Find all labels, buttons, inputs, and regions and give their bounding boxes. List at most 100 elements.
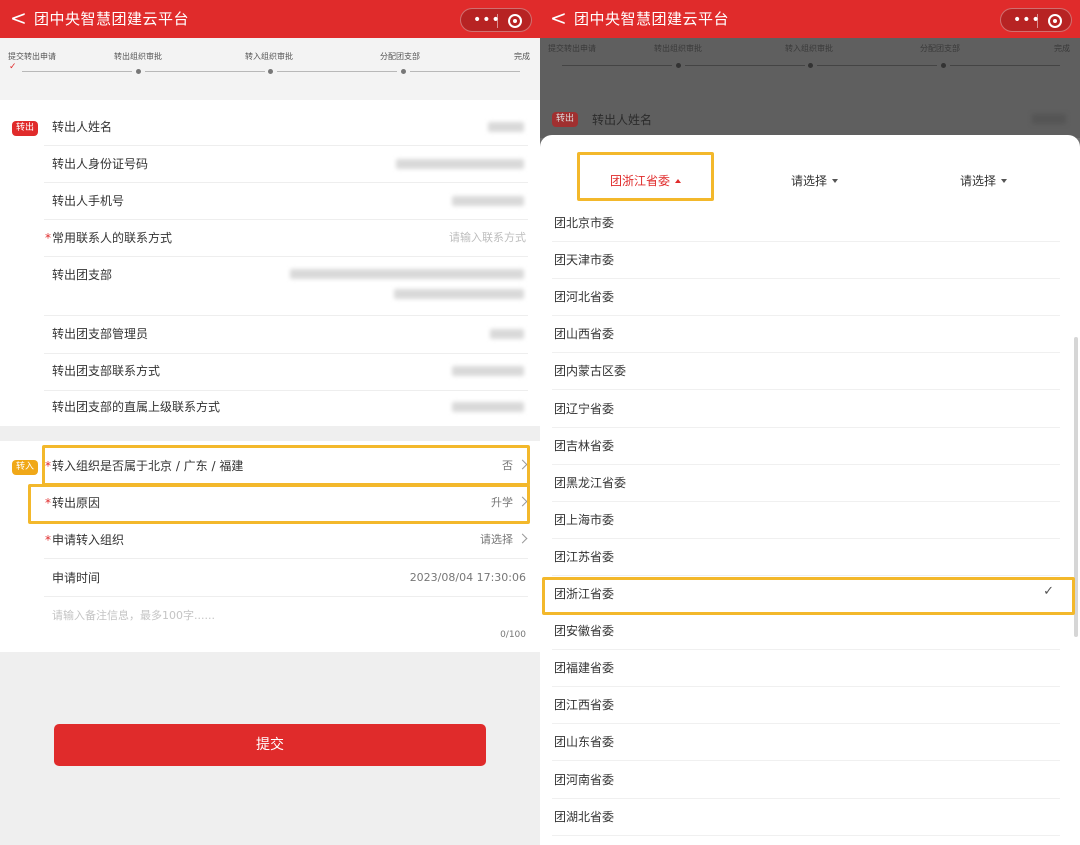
form-row-region[interactable]: * 转入组织是否属于北京 / 广东 / 福建 否 bbox=[44, 447, 528, 485]
required-mark: * bbox=[45, 231, 51, 245]
step-dot bbox=[941, 63, 946, 68]
form-row-name: 转出人姓名 bbox=[44, 108, 528, 146]
target-org-select[interactable]: 请选择 bbox=[480, 532, 528, 548]
step-connector bbox=[22, 71, 132, 72]
org-option[interactable]: 团内蒙古区委 bbox=[552, 353, 1060, 391]
transfer-in-tag: 转入 bbox=[12, 460, 39, 475]
step-label: 提交转出申请 bbox=[8, 52, 56, 61]
org-option-label: 团北京市委 bbox=[554, 216, 615, 230]
step-dot bbox=[808, 63, 813, 68]
field-label: 转出团支部的直属上级联系方式 bbox=[52, 400, 221, 414]
org-option[interactable]: 团河北省委 bbox=[552, 279, 1060, 317]
org-option-label: 团江西省委 bbox=[554, 698, 615, 713]
org-option[interactable]: 团江苏省委 bbox=[552, 539, 1060, 576]
form-row-superior-contact: 转出团支部的直属上级联系方式 bbox=[44, 391, 528, 426]
reason-select-value[interactable]: 升学 bbox=[491, 495, 528, 511]
capsule-divider bbox=[1037, 14, 1038, 28]
redacted-value bbox=[452, 196, 524, 206]
top-bar: < 团中央智慧团建云平台 ••• bbox=[540, 0, 1080, 38]
org-option-label: 团湖北省委 bbox=[554, 809, 615, 824]
app-title: 团中央智慧团建云平台 bbox=[34, 10, 190, 28]
org-option[interactable]: 团河南省委 bbox=[552, 762, 1060, 799]
app-title: 团中央智慧团建云平台 bbox=[574, 10, 730, 28]
org-option[interactable]: 团湖北省委 bbox=[552, 799, 1060, 836]
step-connector bbox=[950, 65, 1060, 66]
chevron-right-icon bbox=[517, 459, 528, 470]
step-dot bbox=[136, 69, 141, 74]
transfer-form-screen: < 团中央智慧团建云平台 ••• 提交转出申请 转出组织审批 转入组织审批 分配… bbox=[0, 0, 540, 845]
required-mark: * bbox=[45, 533, 51, 547]
picker-tab-city[interactable]: 请选择 bbox=[791, 173, 839, 189]
back-icon[interactable]: < bbox=[550, 6, 567, 30]
org-option-label: 团上海市委 bbox=[554, 512, 615, 527]
chevron-right-icon bbox=[517, 533, 528, 544]
close-target-icon[interactable] bbox=[1048, 14, 1062, 28]
form-row-branch: 转出团支部 bbox=[44, 257, 528, 316]
org-option[interactable]: 团江西省委 bbox=[552, 687, 1060, 725]
transfer-out-tag: 转出 bbox=[12, 121, 39, 136]
submit-button[interactable]: 提交 bbox=[54, 724, 486, 766]
org-option[interactable]: 团浙江省委 ✓ bbox=[552, 576, 1060, 613]
org-option[interactable]: 团山西省委 bbox=[552, 316, 1060, 354]
picker-tab-province[interactable]: 团浙江省委 bbox=[610, 173, 682, 189]
step-label: 分配团支部 bbox=[920, 44, 960, 53]
top-bar: < 团中央智慧团建云平台 ••• bbox=[0, 0, 540, 38]
picker-tab-branch[interactable]: 请选择 bbox=[960, 173, 1008, 189]
org-option[interactable]: 团北京市委 bbox=[552, 205, 1060, 242]
field-label: 常用联系人的联系方式 bbox=[52, 231, 173, 245]
form-row-target-org[interactable]: * 申请转入组织 请选择 bbox=[44, 522, 528, 559]
redacted-value bbox=[394, 289, 524, 299]
caret-down-icon bbox=[832, 179, 839, 183]
required-mark: * bbox=[45, 496, 51, 510]
org-option[interactable]: 团山东省委 bbox=[552, 724, 1060, 762]
org-option-label: 团天津市委 bbox=[554, 253, 615, 268]
step-connector bbox=[410, 71, 520, 72]
dimmed-background-form[interactable]: 提交转出申请 转出组织审批 转入组织审批 分配团支部 完成 转出 转出人姓名 bbox=[540, 38, 1080, 138]
form-row-reason[interactable]: * 转出原因 升学 bbox=[44, 485, 528, 522]
org-option[interactable]: 团天津市委 bbox=[552, 242, 1060, 280]
form-row-contact[interactable]: * 常用联系人的联系方式 请输入联系方式 bbox=[44, 220, 528, 257]
org-option[interactable]: 团黑龙江省委 bbox=[552, 465, 1060, 502]
close-target-icon[interactable] bbox=[508, 14, 522, 28]
transfer-out-tag: 转出 bbox=[552, 112, 579, 127]
field-label: 转出人手机号 bbox=[52, 194, 125, 208]
field-label: 转出团支部管理员 bbox=[52, 327, 149, 341]
remark-char-counter: 0/100 bbox=[500, 630, 526, 640]
org-option-label: 团安徽省委 bbox=[554, 624, 615, 639]
chevron-right-icon bbox=[517, 496, 528, 507]
step-label: 提交转出申请 bbox=[548, 44, 596, 53]
org-option[interactable]: 团吉林省委 bbox=[552, 428, 1060, 465]
step-label: 转出组织审批 bbox=[114, 52, 162, 61]
org-option-label: 团吉林省委 bbox=[554, 438, 615, 453]
field-label: 转出人姓名 bbox=[52, 120, 113, 134]
step-label: 分配团支部 bbox=[380, 52, 420, 61]
field-label: 转出团支部联系方式 bbox=[52, 364, 161, 378]
org-option-label: 团福建省委 bbox=[554, 661, 615, 676]
org-option[interactable]: 团福建省委 bbox=[552, 650, 1060, 688]
redacted-value bbox=[488, 122, 524, 132]
field-label: 转出人姓名 bbox=[592, 113, 653, 127]
form-row-admin: 转出团支部管理员 bbox=[44, 316, 528, 354]
redacted-value bbox=[1032, 114, 1066, 124]
step-dot bbox=[401, 69, 406, 74]
form-row-branch-contact: 转出团支部联系方式 bbox=[44, 354, 528, 391]
contact-input[interactable]: 请输入联系方式 bbox=[449, 230, 526, 246]
org-option[interactable]: 团辽宁省委 bbox=[552, 391, 1060, 428]
field-label: 转出团支部 bbox=[52, 268, 113, 282]
step-connector bbox=[562, 65, 672, 66]
transfer-out-card: 转出 转出人姓名 转出人身份证号码 转出人手机号 * 常用联系人的联系方式 请输… bbox=[0, 100, 540, 426]
org-option-label: 团河北省委 bbox=[554, 290, 615, 305]
remark-textarea[interactable]: 请输入备注信息，最多100字...... bbox=[52, 607, 215, 623]
org-option-label: 团山东省委 bbox=[554, 735, 615, 750]
step-connector bbox=[145, 71, 265, 72]
back-icon[interactable]: < bbox=[10, 6, 27, 30]
scrollbar[interactable] bbox=[1074, 337, 1078, 637]
org-option-label: 团河南省委 bbox=[554, 772, 615, 787]
org-option-label: 团浙江省委 bbox=[554, 587, 615, 601]
required-mark: * bbox=[45, 459, 51, 473]
mini-program-capsule: ••• bbox=[1000, 8, 1072, 32]
org-option[interactable]: 团安徽省委 bbox=[552, 613, 1060, 651]
field-label: 申请时间 bbox=[52, 571, 101, 585]
region-select-value[interactable]: 否 bbox=[502, 458, 528, 474]
org-option[interactable]: 团上海市委 bbox=[552, 502, 1060, 539]
